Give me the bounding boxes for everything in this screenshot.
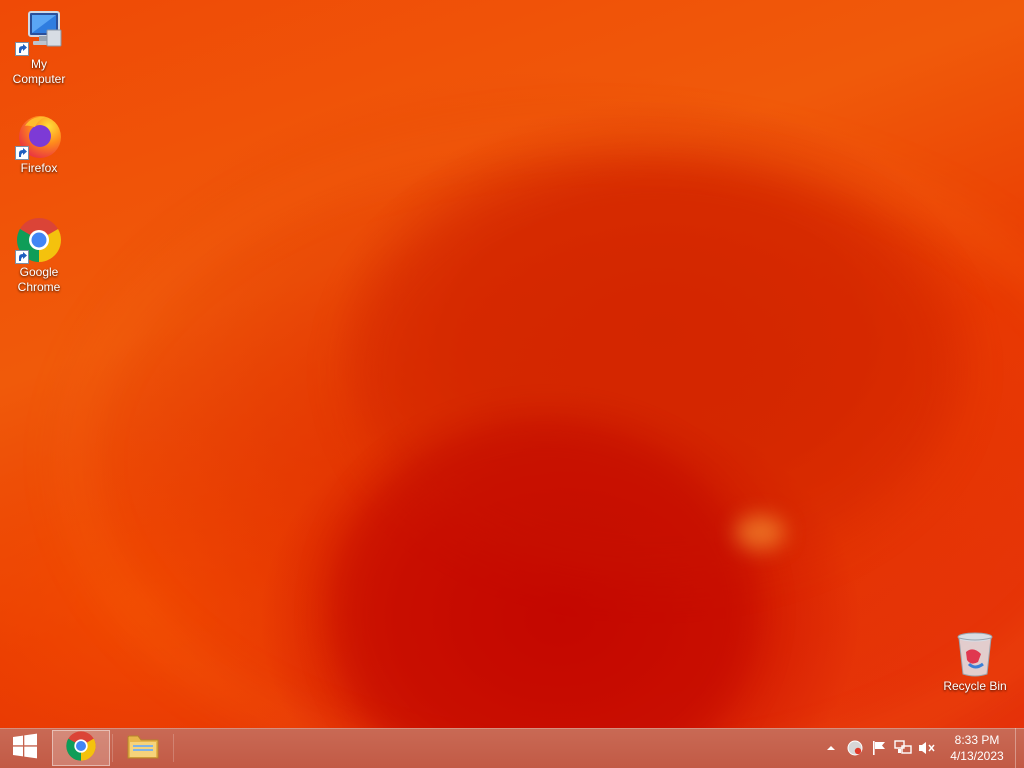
desktop-icon-label: My Computer — [12, 57, 66, 86]
computer-icon — [15, 8, 63, 56]
desktop-icon-google-chrome[interactable]: Google Chrome — [1, 216, 77, 295]
desktop-icon-label: Recycle Bin — [943, 679, 1007, 693]
start-button[interactable] — [0, 730, 50, 766]
firefox-icon — [15, 112, 63, 160]
taskbar: 8:33 PM 4/13/2023 — [0, 728, 1024, 768]
system-tray: 8:33 PM 4/13/2023 — [819, 728, 1024, 768]
desktop-icon-firefox[interactable]: Firefox — [1, 112, 77, 176]
folder-icon — [127, 731, 159, 766]
shortcut-arrow-icon — [15, 146, 29, 160]
wallpaper-glow — [735, 515, 785, 550]
windows-logo-icon — [12, 733, 38, 764]
wallpaper-swirl — [330, 420, 760, 728]
chrome-icon — [15, 216, 63, 264]
wallpaper-swirl — [350, 160, 960, 580]
chrome-icon — [65, 730, 97, 767]
taskbar-separator — [112, 734, 113, 762]
volume-muted-icon[interactable] — [915, 736, 939, 760]
desktop-icon-label: Google Chrome — [17, 265, 61, 294]
desktop-icon-recycle-bin[interactable]: Recycle Bin — [937, 630, 1013, 694]
taskbar-file-explorer-button[interactable] — [114, 730, 172, 766]
desktop[interactable]: My Computer Firefox Google Chrome Recycl… — [0, 0, 1024, 728]
desktop-icon-my-computer[interactable]: My Computer — [1, 8, 77, 87]
shortcut-arrow-icon — [15, 42, 29, 56]
shortcut-arrow-icon — [15, 250, 29, 264]
desktop-icon-label: Firefox — [20, 161, 58, 175]
network-globe-icon[interactable] — [843, 736, 867, 760]
taskbar-separator — [173, 734, 174, 762]
network-icon[interactable] — [891, 736, 915, 760]
wallpaper-swirl — [60, 120, 1024, 728]
clock-time: 8:33 PM — [954, 733, 1000, 747]
recycle-bin-icon — [951, 630, 999, 678]
taskbar-clock[interactable]: 8:33 PM 4/13/2023 — [939, 732, 1015, 764]
action-center-flag-icon[interactable] — [867, 736, 891, 760]
chevron-up-icon[interactable] — [819, 736, 843, 760]
show-desktop-button[interactable] — [1015, 728, 1024, 768]
clock-date: 4/13/2023 — [950, 749, 1004, 763]
taskbar-chrome-button[interactable] — [52, 730, 110, 766]
